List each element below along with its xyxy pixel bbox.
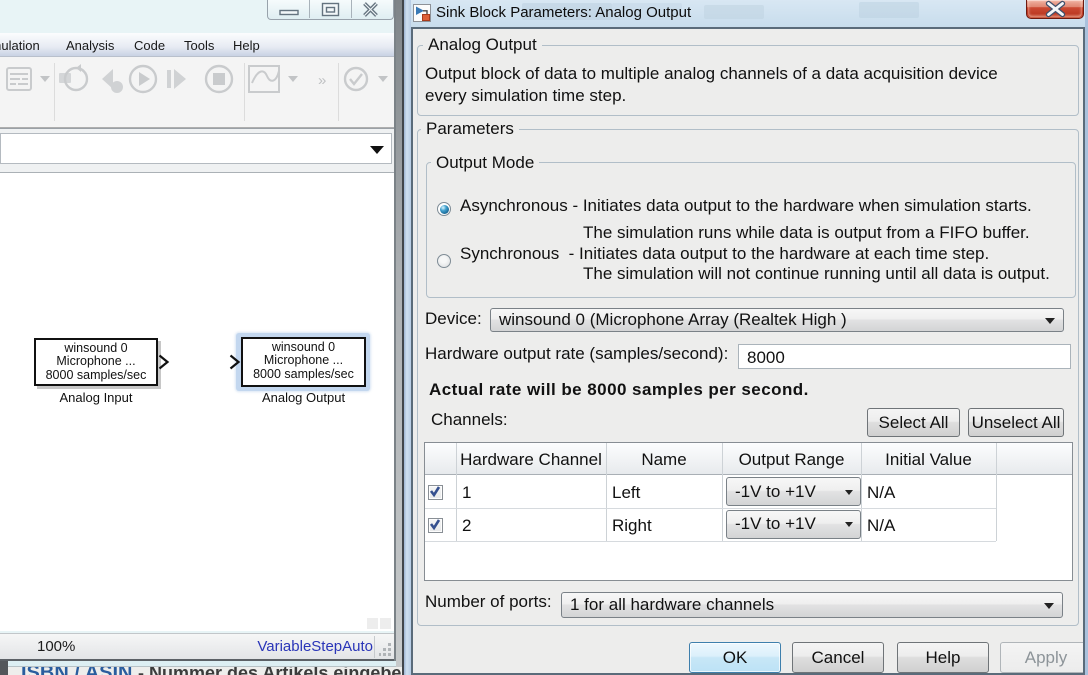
svg-text:»: » bbox=[318, 72, 326, 89]
